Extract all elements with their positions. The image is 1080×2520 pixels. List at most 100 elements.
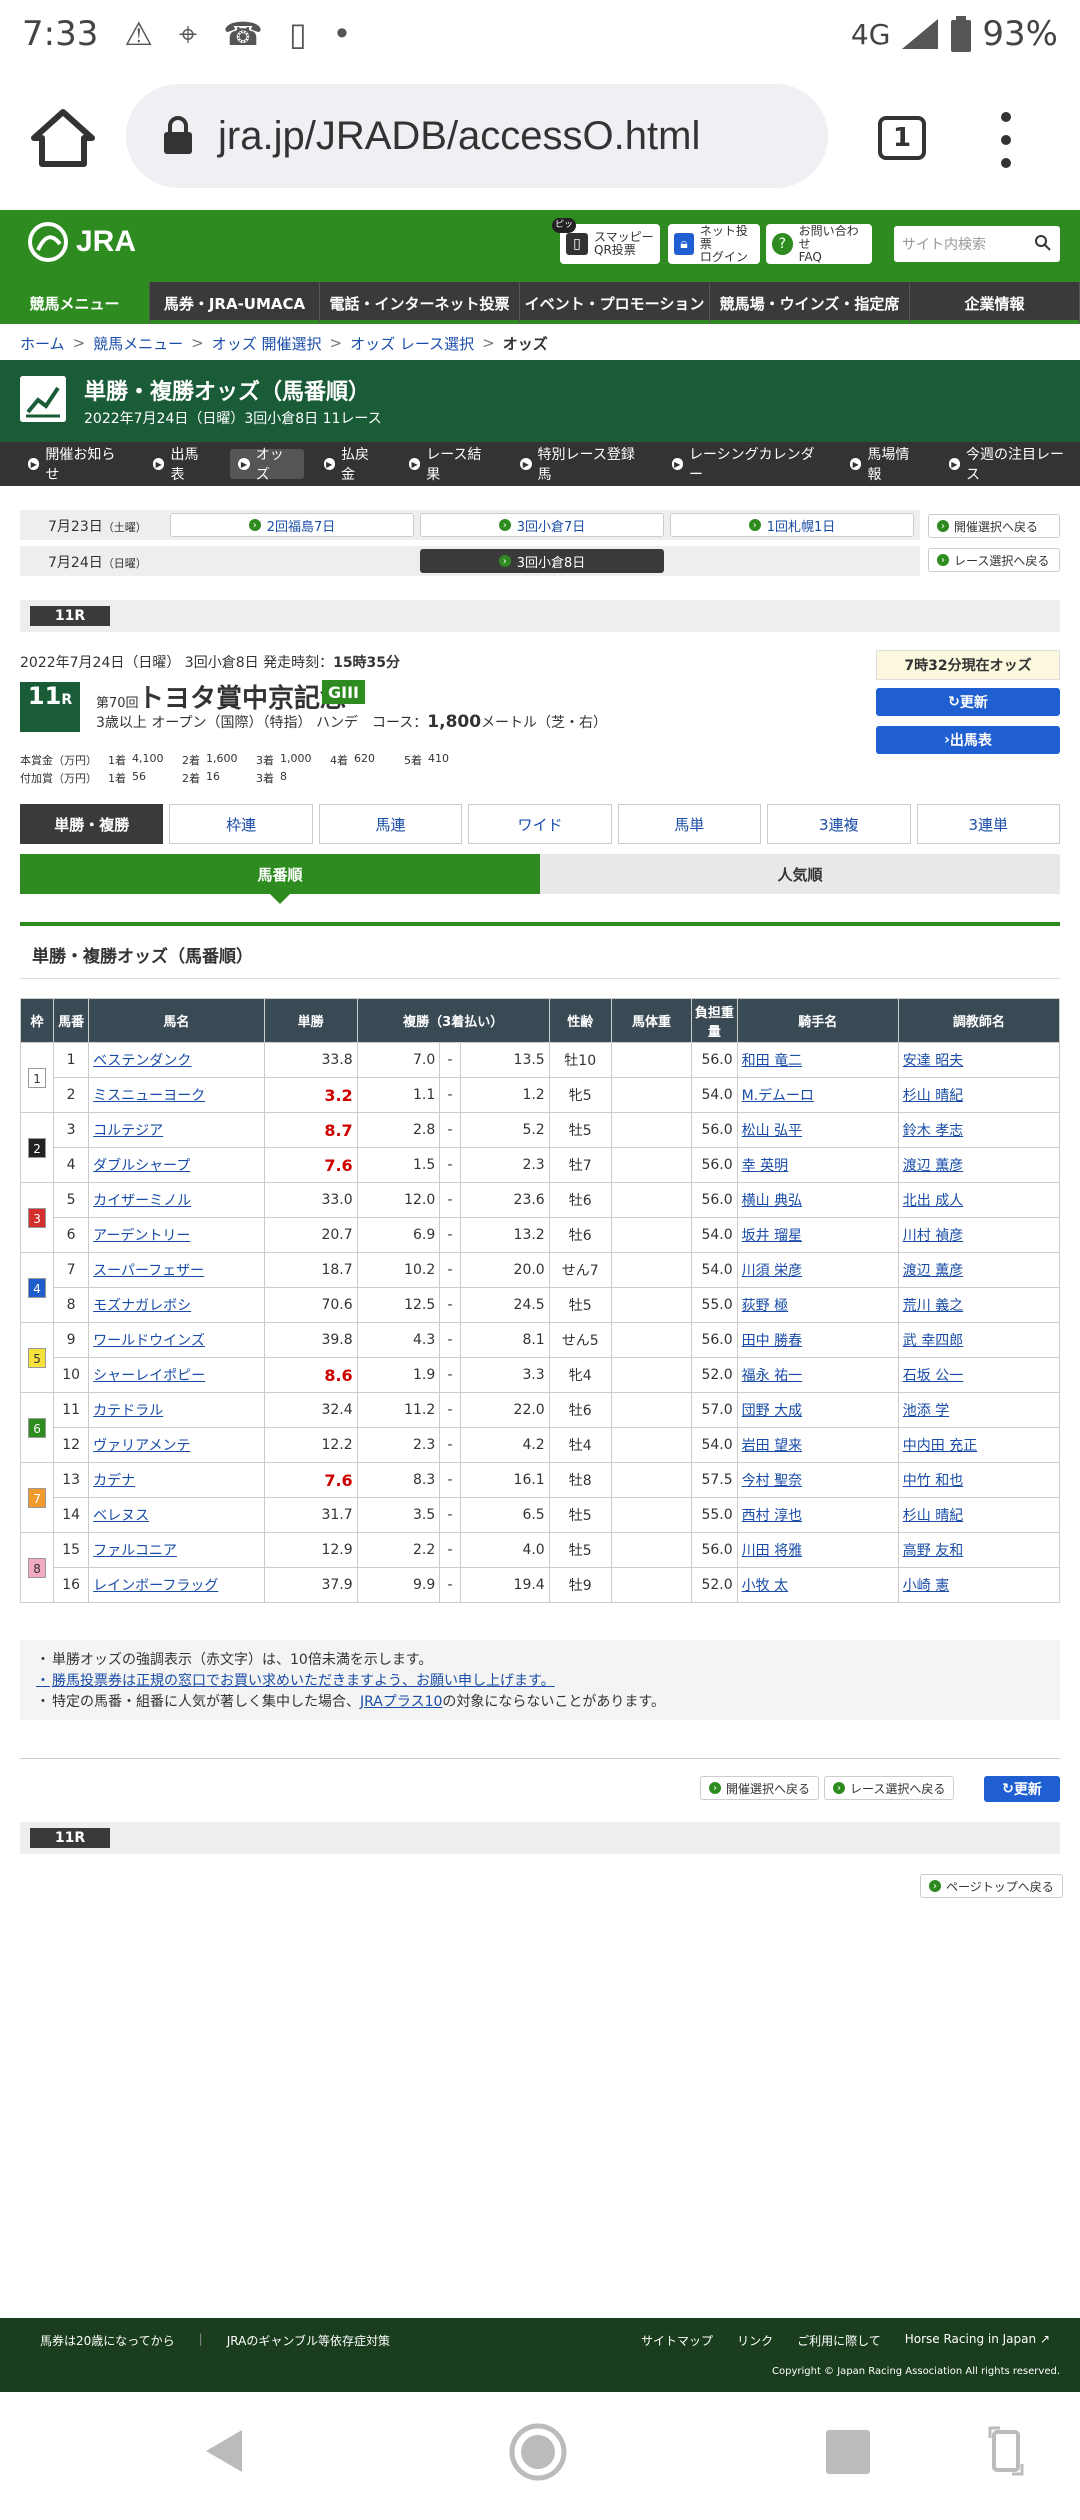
footer-sitemap-link[interactable]: サイトマップ: [641, 2332, 713, 2349]
nav-phone-net-vote[interactable]: 電話・インターネット投票: [320, 282, 520, 324]
note-official-window-link[interactable]: 勝馬投票券は正規の窓口でお買い求めいただきますよう、お願い申し上げます。: [36, 1669, 1044, 1690]
trainer-link[interactable]: 北出 成人: [897, 1182, 1061, 1218]
tab-wide[interactable]: ワイド: [468, 804, 612, 844]
subnav-track-info[interactable]: 馬場情報: [842, 447, 929, 483]
horse-name-link[interactable]: ベレヌス: [88, 1497, 265, 1533]
trainer-link[interactable]: 杉山 晴紀: [897, 1077, 1061, 1113]
jra-plus10-link[interactable]: JRAプラス10: [360, 1691, 442, 1711]
subnav-calendar[interactable]: レーシングカレンダー: [664, 447, 831, 483]
trainer-link[interactable]: 鈴木 孝志: [897, 1112, 1061, 1148]
trainer-link[interactable]: 石坂 公一: [897, 1357, 1061, 1393]
breadcrumb-keiba-menu[interactable]: 競馬メニュー: [93, 333, 183, 354]
bottom-refresh-button[interactable]: ↻ 更新: [984, 1776, 1060, 1802]
bottom-back-kaisai-button[interactable]: 開催選択へ戻る: [700, 1776, 820, 1800]
horse-name-link[interactable]: ヴァリアメンテ: [88, 1427, 265, 1463]
jockey-link[interactable]: 岩田 望来: [736, 1427, 899, 1463]
trainer-link[interactable]: 渡辺 薫彦: [897, 1252, 1061, 1288]
jockey-link[interactable]: 団野 大成: [736, 1392, 899, 1428]
jockey-link[interactable]: 川田 将雅: [736, 1532, 899, 1568]
trainer-link[interactable]: 荒川 義之: [897, 1287, 1061, 1323]
venue-kokura-8[interactable]: 3回小倉8日: [420, 549, 664, 573]
bottom-back-race-button[interactable]: レース選択へ戻る: [824, 1776, 955, 1800]
jockey-link[interactable]: 坂井 瑠星: [736, 1217, 899, 1253]
trainer-link[interactable]: 杉山 晴紀: [897, 1497, 1061, 1533]
subnav-payout[interactable]: 払戻金: [316, 447, 389, 483]
nav-keiba-menu[interactable]: 競馬メニュー: [0, 282, 150, 324]
tab-win-place[interactable]: 単勝・複勝: [20, 804, 164, 844]
nav-baken[interactable]: 馬券・JRA-UMACA: [150, 282, 320, 324]
footer-age-notice[interactable]: 馬券は20歳になってから: [40, 2332, 175, 2349]
trainer-link[interactable]: 池添 学: [897, 1392, 1061, 1428]
trainer-link[interactable]: 中内田 充正: [897, 1427, 1061, 1463]
horse-name-link[interactable]: ミスニューヨーク: [88, 1077, 265, 1113]
footer-hrij-link[interactable]: Horse Racing in Japan ↗: [905, 2332, 1050, 2349]
jockey-link[interactable]: 松山 弘平: [736, 1112, 899, 1148]
horse-name-link[interactable]: カイザーミノル: [88, 1182, 265, 1218]
tab-quinella[interactable]: 馬連: [318, 804, 463, 844]
trainer-link[interactable]: 安達 昭夫: [897, 1042, 1061, 1078]
venue-fukushima[interactable]: 2回福島7日: [170, 513, 414, 537]
home-circle-icon[interactable]: [508, 2422, 568, 2482]
horse-name-link[interactable]: ファルコニア: [88, 1532, 265, 1568]
nav-event[interactable]: イベント・プロモーション: [520, 282, 710, 324]
trainer-link[interactable]: 高野 友和: [897, 1532, 1061, 1568]
jockey-link[interactable]: 川須 栄彦: [736, 1252, 899, 1288]
jockey-link[interactable]: 今村 聖奈: [736, 1462, 899, 1498]
tab-trifecta[interactable]: 3連単: [916, 804, 1060, 844]
trainer-link[interactable]: 渡辺 薫彦: [897, 1147, 1061, 1183]
tab-switcher-button[interactable]: 1: [878, 116, 926, 160]
tab-trio[interactable]: 3連複: [767, 804, 911, 844]
trainer-link[interactable]: 武 幸四郎: [897, 1322, 1061, 1358]
subnav-notice[interactable]: 開催お知らせ: [20, 447, 133, 483]
subnav-special-reg[interactable]: 特別レース登録馬: [512, 447, 651, 483]
menu-kebab-icon[interactable]: [996, 112, 1016, 168]
trainer-link[interactable]: 小崎 憲: [897, 1567, 1061, 1603]
horse-name-link[interactable]: ワールドウインズ: [88, 1322, 265, 1358]
horse-name-link[interactable]: カデナ: [88, 1462, 265, 1498]
back-icon[interactable]: [202, 2426, 246, 2476]
jockey-link[interactable]: 福永 祐一: [736, 1357, 899, 1393]
rotate-icon[interactable]: [986, 2424, 1026, 2478]
breadcrumb-home[interactable]: ホーム: [20, 333, 65, 354]
smapi-qr-button[interactable]: ▯ スマッピー QR投票 ピッ: [552, 218, 660, 264]
site-search-input[interactable]: サイト内検索: [894, 226, 1060, 262]
home-icon[interactable]: [28, 108, 98, 168]
horse-name-link[interactable]: ベステンダンク: [88, 1042, 265, 1078]
search-icon[interactable]: [1034, 234, 1052, 252]
venue-kokura-7[interactable]: 3回小倉7日: [420, 513, 664, 537]
jockey-link[interactable]: 西村 淳也: [736, 1497, 899, 1533]
refresh-button[interactable]: ↻ 更新: [876, 688, 1060, 716]
horse-name-link[interactable]: スーパーフェザー: [88, 1252, 265, 1288]
tab-exacta[interactable]: 馬単: [617, 804, 762, 844]
horse-name-link[interactable]: モズナガレボシ: [88, 1287, 265, 1323]
footer-links-link[interactable]: リンク: [737, 2332, 773, 2349]
breadcrumb-odds-race[interactable]: オッズ レース選択: [350, 333, 474, 354]
jockey-link[interactable]: 横山 典弘: [736, 1182, 899, 1218]
horse-name-link[interactable]: コルテジア: [88, 1112, 265, 1148]
tab-sort-number[interactable]: 馬番順: [20, 854, 540, 894]
horse-name-link[interactable]: シャーレイポピー: [88, 1357, 265, 1393]
subnav-entries[interactable]: 出馬表: [145, 447, 218, 483]
contact-faq-button[interactable]: ? お問い合わせ FAQ: [766, 224, 872, 264]
page-top-button[interactable]: ページトップへ戻る: [920, 1874, 1063, 1898]
tab-bracket-quinella[interactable]: 枠連: [169, 804, 313, 844]
net-vote-login-button[interactable]: 🔒︎ ネット投票 ログイン: [668, 224, 760, 264]
subnav-featured[interactable]: 今週の注目レース: [941, 447, 1080, 483]
tab-sort-popularity[interactable]: 人気順: [540, 854, 1060, 894]
jockey-link[interactable]: 小牧 太: [736, 1567, 899, 1603]
back-to-race-button[interactable]: レース選択へ戻る: [928, 548, 1060, 572]
address-bar[interactable]: jra.jp/JRADB/accessO.html: [126, 84, 828, 188]
entries-button[interactable]: › 出馬表: [876, 726, 1060, 754]
trainer-link[interactable]: 中竹 和也: [897, 1462, 1061, 1498]
jockey-link[interactable]: 幸 英明: [736, 1147, 899, 1183]
horse-name-link[interactable]: アーデントリー: [88, 1217, 265, 1253]
footer-gambling-link[interactable]: JRAのギャンブル等依存症対策: [227, 2332, 390, 2349]
nav-company[interactable]: 企業情報: [910, 282, 1080, 324]
recents-icon[interactable]: [826, 2430, 870, 2474]
nav-racecourse[interactable]: 競馬場・ウインズ・指定席: [710, 282, 910, 324]
jra-logo[interactable]: JRA: [26, 220, 136, 264]
horse-name-link[interactable]: レインボーフラッグ: [88, 1567, 265, 1603]
jockey-link[interactable]: M.デムーロ: [736, 1077, 899, 1113]
subnav-results[interactable]: レース結果: [401, 447, 500, 483]
jockey-link[interactable]: 和田 竜二: [736, 1042, 899, 1078]
